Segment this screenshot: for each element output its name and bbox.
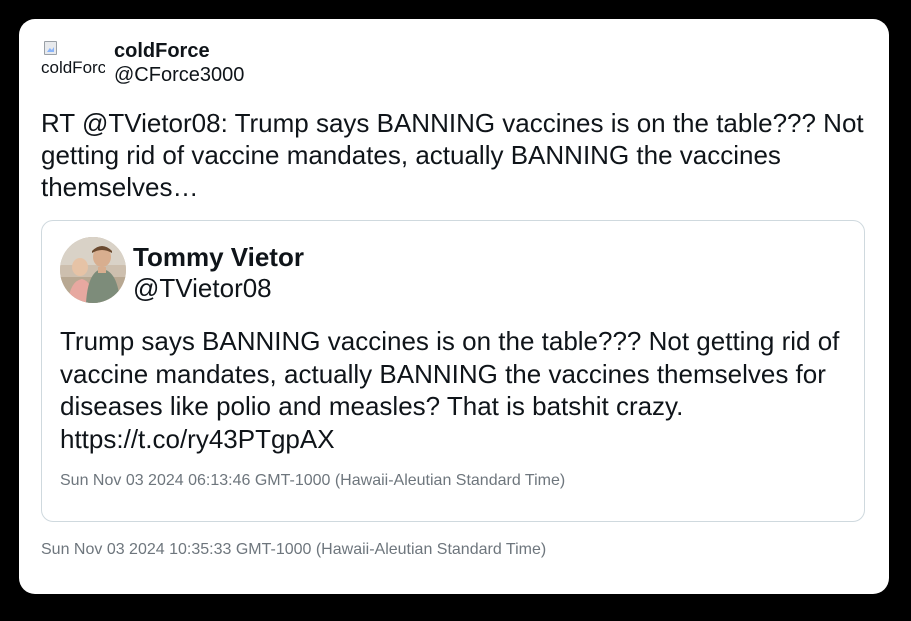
tweet-card: coldForce coldForce @CForce3000 RT @TVie… bbox=[19, 19, 889, 594]
quoted-author-handle[interactable]: @TVietor08 bbox=[133, 273, 304, 304]
quoted-avatar[interactable] bbox=[60, 237, 126, 303]
quoted-tweet-text: Trump says BANNING vaccines is on the ta… bbox=[60, 326, 840, 454]
author-handle[interactable]: @CForce3000 bbox=[114, 62, 244, 88]
author-name[interactable]: coldForce bbox=[114, 40, 244, 62]
avatar-photo-icon bbox=[60, 237, 126, 303]
quoted-author-name[interactable]: Tommy Vietor bbox=[133, 242, 304, 273]
quoted-tweet-timestamp: Sun Nov 03 2024 06:13:46 GMT-1000 (Hawai… bbox=[60, 472, 566, 489]
author-block: coldForce @CForce3000 bbox=[114, 40, 244, 88]
tweet-timestamp: Sun Nov 03 2024 10:35:33 GMT-1000 (Hawai… bbox=[41, 541, 547, 558]
tweet-text: RT @TVietor08: Trump says BANNING vaccin… bbox=[41, 108, 864, 202]
broken-image-icon bbox=[43, 40, 59, 56]
avatar-alt-text: coldForce bbox=[41, 58, 105, 77]
quoted-tweet[interactable]: Tommy Vietor @TVietor08 Trump says BANNI… bbox=[41, 220, 865, 522]
avatar[interactable]: coldForce bbox=[41, 40, 105, 82]
quoted-author-block: Tommy Vietor @TVietor08 bbox=[133, 242, 304, 304]
